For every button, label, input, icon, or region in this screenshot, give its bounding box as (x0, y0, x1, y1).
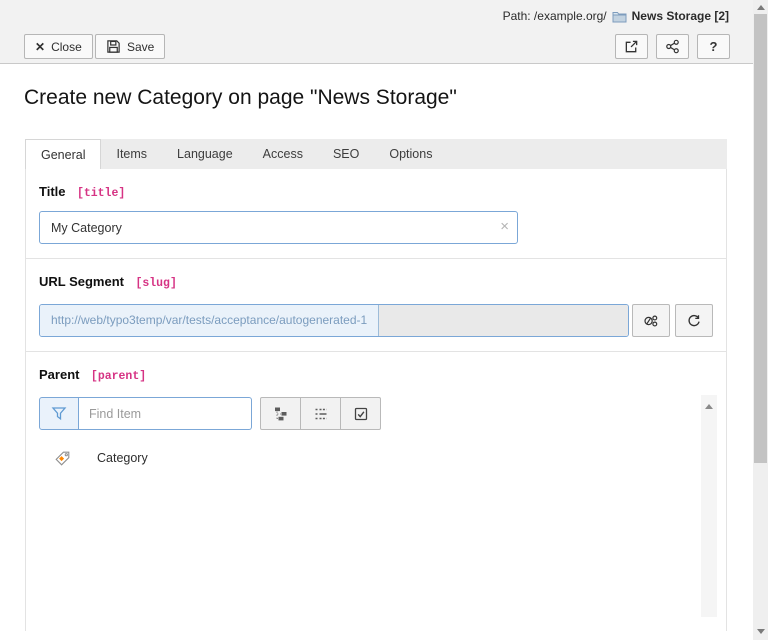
funnel-icon (51, 406, 67, 421)
form-panel: General Items Language Access SEO Option… (25, 139, 727, 631)
parent-field-label: Parent (39, 367, 79, 382)
help-button[interactable]: ? (697, 34, 730, 59)
tab-seo[interactable]: SEO (318, 139, 374, 169)
tree-scroll-up-icon[interactable] (705, 404, 713, 409)
parent-filter-row (39, 397, 713, 430)
tab-items[interactable]: Items (101, 139, 162, 169)
link-icon (643, 313, 659, 329)
tree-item-label: Category (97, 451, 148, 465)
slug-field-label: URL Segment (39, 274, 124, 289)
slug-input-group: http://web/typo3temp/var/tests/acceptanc… (39, 304, 713, 337)
tree-expand-icon (273, 406, 289, 422)
save-icon (106, 39, 121, 54)
category-tag-icon (54, 450, 71, 467)
refresh-icon (686, 313, 702, 329)
folder-icon (612, 10, 627, 23)
share-button[interactable] (656, 34, 689, 59)
tree-item-category[interactable]: Category (39, 448, 713, 468)
tree-scrollbar[interactable] (701, 395, 717, 617)
window-scrollbar[interactable] (753, 0, 768, 640)
slug-prefix: http://web/typo3temp/var/tests/acceptanc… (40, 305, 378, 336)
toggle-selected-button[interactable] (340, 397, 381, 430)
save-button-label: Save (127, 40, 154, 54)
page-path-label: Path: /example.org/ (503, 9, 607, 23)
open-in-new-window-icon (624, 39, 639, 54)
title-input-wrap: × (39, 211, 518, 244)
slug-input-box: http://web/typo3temp/var/tests/acceptanc… (39, 304, 629, 337)
tree-filter-input[interactable] (79, 397, 252, 430)
title-tca-key: [title] (77, 187, 125, 200)
slug-tca-key: [slug] (135, 277, 176, 290)
filter-addon (39, 397, 79, 430)
title-input[interactable] (39, 211, 518, 244)
clear-input-icon[interactable]: × (500, 218, 509, 236)
share-icon (665, 39, 680, 54)
slug-toggle-button[interactable] (632, 304, 670, 337)
scroll-up-icon[interactable] (757, 5, 765, 10)
tab-access[interactable]: Access (248, 139, 318, 169)
close-button-label: Close (51, 40, 82, 54)
save-button[interactable]: Save (95, 34, 165, 59)
open-in-new-window-button[interactable] (615, 34, 648, 59)
tree-collapse-button[interactable] (300, 397, 341, 430)
title-field-section: Title [title] × (26, 169, 726, 259)
slug-recalculate-button[interactable] (675, 304, 713, 337)
checkbox-checked-icon (353, 406, 369, 422)
slug-field-section: URL Segment [slug] http://web/typo3temp/… (26, 259, 726, 352)
scroll-down-icon[interactable] (757, 629, 765, 634)
tab-content: Title [title] × URL Segment [slug] http:… (25, 169, 727, 631)
tree-expand-button[interactable] (260, 397, 301, 430)
tab-options[interactable]: Options (374, 139, 447, 169)
page-title: Create new Category on page "News Storag… (24, 86, 457, 110)
breadcrumb: Path: /example.org/ News Storage [2] (503, 9, 729, 23)
parent-field-section: Parent [parent] (26, 352, 726, 631)
tree-toolbar (260, 397, 381, 430)
doc-header: Path: /example.org/ News Storage [2] ✕ C… (0, 0, 753, 64)
tab-language[interactable]: Language (162, 139, 248, 169)
title-field-label: Title (39, 184, 66, 199)
scrollbar-thumb[interactable] (754, 14, 767, 463)
tab-general[interactable]: General (25, 139, 101, 169)
parent-tca-key: [parent] (91, 370, 146, 383)
tab-bar: General Items Language Access SEO Option… (25, 139, 727, 169)
category-tree: Category (39, 448, 713, 468)
close-icon: ✕ (35, 40, 45, 54)
list-icon (313, 406, 329, 422)
record-title: News Storage [2] (632, 9, 729, 23)
help-icon: ? (710, 39, 718, 54)
close-button[interactable]: ✕ Close (24, 34, 93, 59)
slug-input[interactable] (378, 305, 628, 336)
